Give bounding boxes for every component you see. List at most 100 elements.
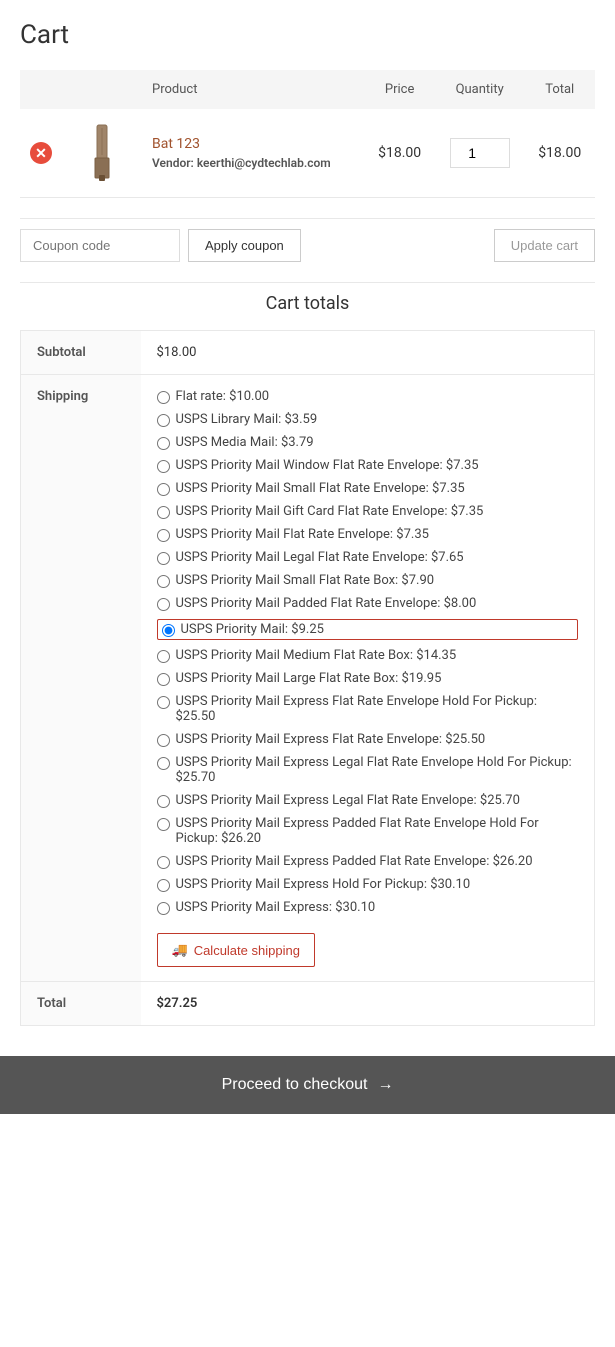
shipping-option-label: USPS Priority Mail Small Flat Rate Box: …: [176, 573, 435, 588]
shipping-option: USPS Priority Mail Express Padded Flat R…: [157, 854, 579, 869]
shipping-option-label: USPS Priority Mail Express Legal Flat Ra…: [176, 755, 579, 785]
shipping-radio[interactable]: [157, 506, 170, 519]
calculate-shipping-icon: 🚚: [172, 942, 188, 958]
quantity-input[interactable]: [450, 138, 510, 168]
shipping-option-label: USPS Priority Mail Padded Flat Rate Enve…: [176, 596, 477, 611]
shipping-option-label: USPS Priority Mail Medium Flat Rate Box:…: [176, 648, 457, 663]
shipping-option-label: USPS Priority Mail Express Flat Rate Env…: [176, 694, 579, 724]
page-title: Cart: [20, 20, 595, 50]
col-header-total: Total: [524, 70, 595, 109]
shipping-option-label: Flat rate: $10.00: [176, 389, 270, 404]
coupon-row: Apply coupon Update cart: [20, 218, 595, 283]
checkout-button[interactable]: Proceed to checkout →: [0, 1056, 615, 1114]
product-name-link[interactable]: Bat 123: [152, 136, 200, 152]
shipping-option: USPS Priority Mail Legal Flat Rate Envel…: [157, 550, 579, 565]
shipping-option-label: USPS Priority Mail Window Flat Rate Enve…: [176, 458, 479, 473]
shipping-option: USPS Priority Mail Express Legal Flat Ra…: [157, 755, 579, 785]
shipping-option-label: USPS Media Mail: $3.79: [176, 435, 314, 450]
shipping-radio[interactable]: [157, 757, 170, 770]
shipping-option: USPS Priority Mail Window Flat Rate Enve…: [157, 458, 579, 473]
total-row: Total $27.25: [21, 982, 595, 1026]
apply-coupon-button[interactable]: Apply coupon: [188, 229, 301, 262]
shipping-radio[interactable]: [157, 650, 170, 663]
shipping-options-list: Flat rate: $10.00 USPS Library Mail: $3.5…: [157, 389, 579, 915]
shipping-option-label: USPS Priority Mail Express Legal Flat Ra…: [176, 793, 520, 808]
subtotal-value: $18.00: [141, 331, 595, 375]
shipping-radio[interactable]: [157, 529, 170, 542]
shipping-radio[interactable]: [157, 879, 170, 892]
cart-totals-section: Cart totals Subtotal $18.00 Shipping Fla…: [20, 283, 595, 1036]
shipping-radio[interactable]: [157, 414, 170, 427]
shipping-option: USPS Priority Mail Express Flat Rate Env…: [157, 694, 579, 724]
shipping-option-label: USPS Priority Mail Flat Rate Envelope: $…: [176, 527, 429, 542]
remove-item-button[interactable]: ✕: [30, 142, 52, 164]
col-header-price: Price: [364, 70, 435, 109]
table-row: ✕ Bat 123: [20, 109, 595, 198]
product-price: $18.00: [364, 109, 435, 198]
shipping-option-label: USPS Priority Mail Large Flat Rate Box: …: [176, 671, 442, 686]
shipping-radio[interactable]: [157, 902, 170, 915]
product-vendor: Vendor: keerthi@cydtechlab.com: [152, 156, 354, 170]
shipping-radio[interactable]: [157, 460, 170, 473]
subtotal-label: Subtotal: [21, 331, 141, 375]
vendor-email: keerthi@cydtechlab.com: [197, 156, 331, 170]
coupon-left: Apply coupon: [20, 229, 301, 262]
shipping-option: Flat rate: $10.00: [157, 389, 579, 404]
shipping-option-label: USPS Priority Mail Express Padded Flat R…: [176, 854, 533, 869]
product-image: [72, 123, 132, 183]
shipping-radio[interactable]: [157, 552, 170, 565]
shipping-option-label: USPS Library Mail: $3.59: [176, 412, 318, 427]
shipping-radio[interactable]: [157, 734, 170, 747]
shipping-label: Shipping: [21, 375, 141, 982]
shipping-option: USPS Priority Mail Small Flat Rate Envel…: [157, 481, 579, 496]
shipping-option-label: USPS Priority Mail Express Hold For Pick…: [176, 877, 471, 892]
shipping-row: Shipping Flat rate: $10.00 USPS Library M…: [21, 375, 595, 982]
shipping-option: USPS Priority Mail Express: $30.10: [157, 900, 579, 915]
total-value: $27.25: [141, 982, 595, 1026]
checkout-label: Proceed to checkout: [222, 1076, 368, 1094]
shipping-radio[interactable]: [157, 437, 170, 450]
shipping-radio[interactable]: [157, 575, 170, 588]
shipping-option: USPS Priority Mail Express Flat Rate Env…: [157, 732, 579, 747]
vendor-label: Vendor:: [152, 156, 194, 170]
shipping-option-label: USPS Priority Mail Express Padded Flat R…: [176, 816, 579, 846]
shipping-option: USPS Priority Mail: $9.25: [157, 619, 579, 640]
cart-totals-title: Cart totals: [266, 293, 350, 314]
cart-table: Product Price Quantity Total ✕: [20, 70, 595, 198]
shipping-radio[interactable]: [157, 856, 170, 869]
shipping-option: USPS Priority Mail Express Padded Flat R…: [157, 816, 579, 846]
shipping-option: USPS Priority Mail Padded Flat Rate Enve…: [157, 596, 579, 611]
product-total: $18.00: [524, 109, 595, 198]
shipping-radio[interactable]: [157, 696, 170, 709]
shipping-option: USPS Priority Mail Gift Card Flat Rate E…: [157, 504, 579, 519]
col-header-product: Product: [142, 70, 364, 109]
shipping-options-cell: Flat rate: $10.00 USPS Library Mail: $3.5…: [141, 375, 595, 982]
calculate-shipping-label: Calculate shipping: [194, 943, 300, 958]
subtotal-row: Subtotal $18.00: [21, 331, 595, 375]
coupon-input[interactable]: [20, 229, 180, 262]
shipping-option-label: USPS Priority Mail Small Flat Rate Envel…: [176, 481, 465, 496]
shipping-radio[interactable]: [157, 673, 170, 686]
shipping-option-label: USPS Priority Mail Gift Card Flat Rate E…: [176, 504, 484, 519]
calculate-shipping-button[interactable]: 🚚 Calculate shipping: [157, 933, 315, 967]
shipping-option-label: USPS Priority Mail: $9.25: [181, 622, 324, 637]
update-cart-button[interactable]: Update cart: [494, 229, 595, 262]
shipping-option: USPS Priority Mail Express Hold For Pick…: [157, 877, 579, 892]
shipping-radio[interactable]: [157, 818, 170, 831]
shipping-option-label: USPS Priority Mail Express Flat Rate Env…: [176, 732, 486, 747]
shipping-radio[interactable]: [157, 483, 170, 496]
col-header-quantity: Quantity: [435, 70, 525, 109]
checkout-section: Proceed to checkout →: [0, 1056, 615, 1114]
shipping-radio[interactable]: [162, 624, 175, 637]
shipping-radio[interactable]: [157, 795, 170, 808]
shipping-radio[interactable]: [157, 391, 170, 404]
shipping-radio[interactable]: [157, 598, 170, 611]
shipping-option: USPS Library Mail: $3.59: [157, 412, 579, 427]
cart-totals-table: Subtotal $18.00 Shipping Flat rate: $10.…: [20, 330, 595, 1026]
shipping-option: USPS Priority Mail Small Flat Rate Box: …: [157, 573, 579, 588]
shipping-option-label: USPS Priority Mail Express: $30.10: [176, 900, 376, 915]
remove-icon: ✕: [30, 142, 52, 164]
shipping-option: USPS Priority Mail Large Flat Rate Box: …: [157, 671, 579, 686]
shipping-option: USPS Priority Mail Medium Flat Rate Box:…: [157, 648, 579, 663]
shipping-option: USPS Priority Mail Flat Rate Envelope: $…: [157, 527, 579, 542]
